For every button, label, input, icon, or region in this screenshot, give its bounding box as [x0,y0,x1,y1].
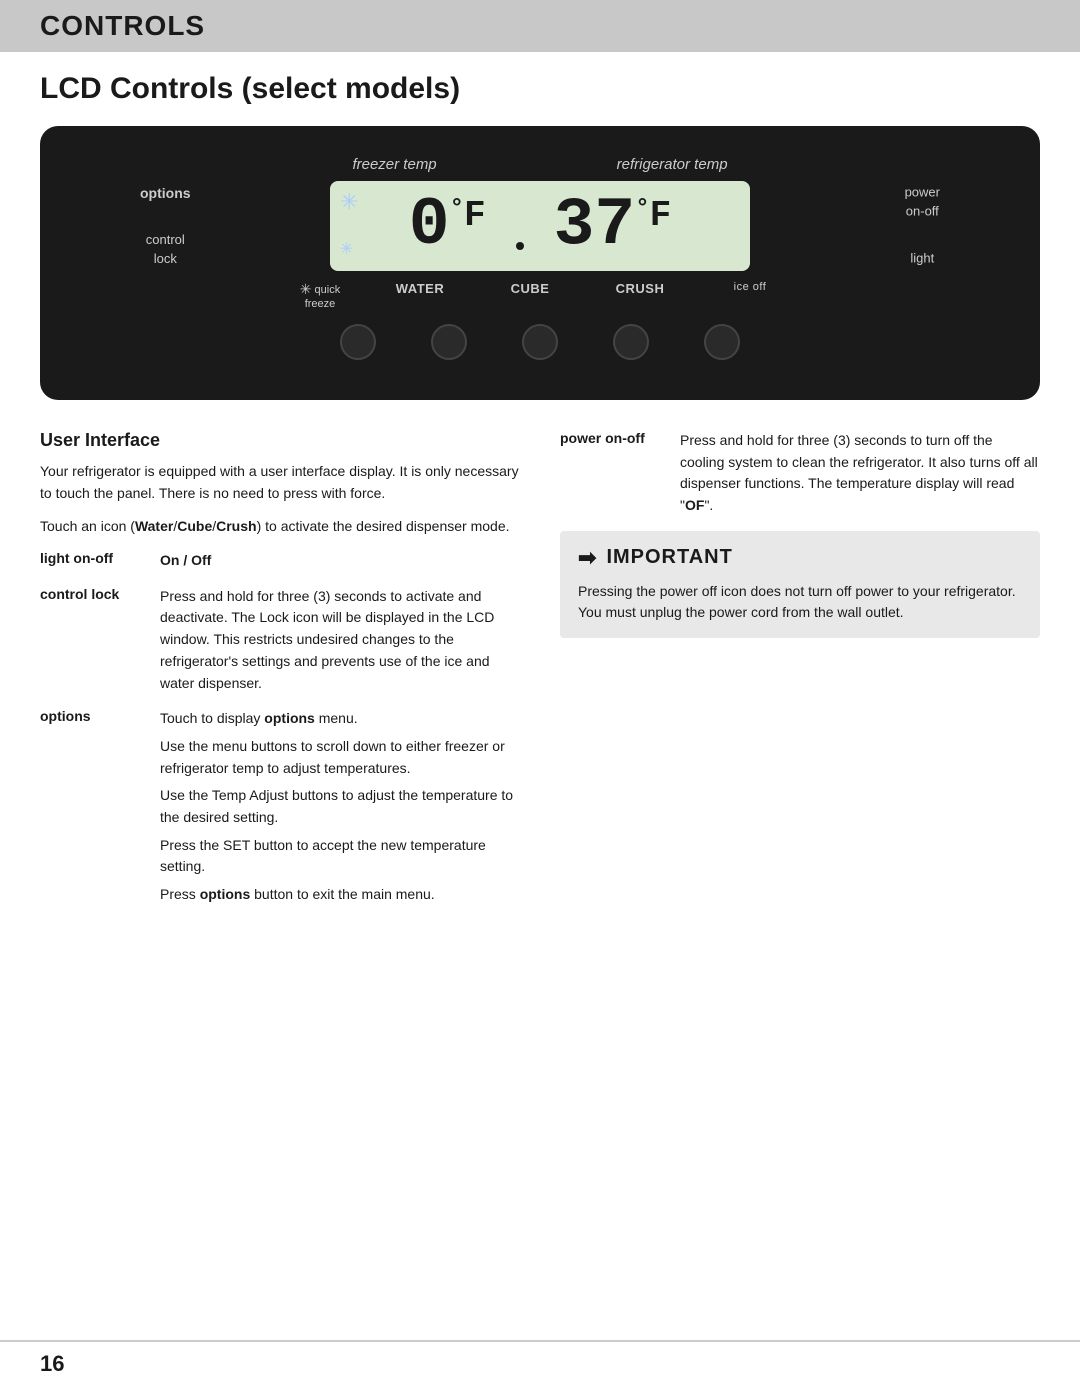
crush-col: CRUSH [585,281,695,310]
quick-freeze-label-text: quick [315,284,341,296]
lcd-display-row: options control lock ✳ ✳ 0°F [90,181,990,271]
main-content: User Interface Your refrigerator is equi… [40,430,1040,932]
important-title: IMPORTANT [606,546,732,569]
refrigerator-temp-display: 37°F [554,192,672,260]
snowflake-icon: ✳ [340,189,358,215]
options-def: Touch to display options menu. Use the m… [160,708,520,918]
water-col: WATER [365,281,475,310]
term-options: options Touch to display options menu. U… [40,708,520,918]
term-light-on-off: light on-off On / Off [40,550,520,572]
controls-header: CONTROLS [0,0,1080,52]
cube-button-label[interactable]: CUBE [511,281,550,296]
bottom-rule [0,1340,1080,1342]
user-interface-title: User Interface [40,430,520,451]
cube-col: CUBE [475,281,585,310]
lcd-right-labels: power on-off light [905,185,940,268]
quick-freeze-col: ✳ quick freeze [275,281,365,310]
lcd-screen: ✳ ✳ 0°F 37°F [330,181,750,271]
light-on-off-term: light on-off [40,550,140,572]
term-power-on-off: power on-off Press and hold for three (3… [560,430,1040,517]
lcd-dot-3[interactable] [522,324,558,360]
light-on-off-def: On / Off [160,550,520,572]
important-header: ➡ IMPORTANT [578,545,1022,571]
ice-off-col: ice off [695,281,805,310]
ice-off-button-label[interactable]: ice off [734,281,767,293]
options-term: options [40,708,140,918]
lcd-dot-4[interactable] [613,324,649,360]
important-box: ➡ IMPORTANT Pressing the power off icon … [560,531,1040,638]
lcd-dot-1[interactable] [340,324,376,360]
control-lock-term: control lock [40,586,140,694]
important-arrow-icon: ➡ [578,545,596,571]
lcd-top-labels: freezer temp refrigerator temp [90,156,990,173]
crush-button-label[interactable]: CRUSH [616,281,665,296]
options-label: options [140,184,191,202]
power-on-off-panel-label: power [905,185,940,202]
power-on-off-def: Press and hold for three (3) seconds to … [680,430,1040,517]
user-interface-para2: Touch an icon (Water/Cube/Crush) to acti… [40,516,520,538]
lcd-separator-dot [516,242,524,250]
refrigerator-temp-label: refrigerator temp [617,156,728,173]
quick-freeze-snowflake2-icon: ✳ [300,281,312,298]
lcd-dot-5[interactable] [704,324,740,360]
control-lock-def: Press and hold for three (3) seconds to … [160,586,520,694]
refrigerator-temp-value: 37 [554,192,636,260]
lcd-dot-2[interactable] [431,324,467,360]
right-column: power on-off Press and hold for three (3… [560,430,1040,932]
quick-freeze-snowflake-icon: ✳ [340,239,353,259]
freezer-temp-display: 0°F [409,192,486,260]
lcd-dots-row [90,324,990,360]
power-on-off-term: power on-off [560,430,660,517]
light-panel-label: light [910,250,934,267]
lcd-panel: freezer temp refrigerator temp options c… [40,126,1040,400]
lcd-left-labels: options control lock [140,184,191,268]
freezer-temp-label: freezer temp [352,156,436,173]
page-section-title: CONTROLS [40,10,1040,42]
freeze-label-text: freeze [305,298,336,310]
page-number: 16 [40,1351,64,1377]
left-column: User Interface Your refrigerator is equi… [40,430,520,932]
term-control-lock: control lock Press and hold for three (3… [40,586,520,694]
freezer-temp-value: 0 [409,192,450,260]
user-interface-para1: Your refrigerator is equipped with a use… [40,461,520,504]
water-button-label[interactable]: WATER [396,281,444,296]
control-lock-label: control [146,232,185,249]
important-text: Pressing the power off icon does not tur… [578,581,1022,624]
section-title: LCD Controls (select models) [40,72,1040,106]
